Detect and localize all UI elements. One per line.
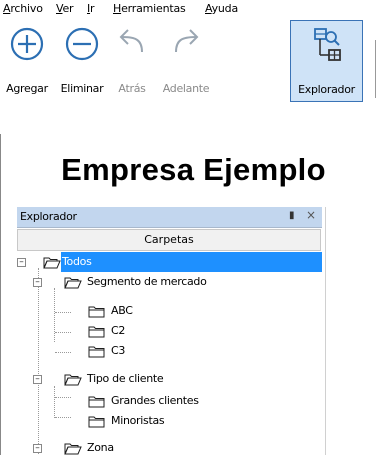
tree-connector <box>38 268 39 454</box>
folder-icon <box>88 396 105 408</box>
open-folder-icon <box>43 257 61 269</box>
tree-item-zona[interactable]: Zona <box>85 438 185 458</box>
collapse-toggle-icon[interactable]: – <box>33 444 42 453</box>
back-arrow-icon <box>119 29 143 53</box>
tree-item-label: ABC <box>111 304 133 317</box>
open-folder-icon <box>64 443 82 455</box>
folder-icon <box>88 326 105 338</box>
folder-icon <box>88 416 105 428</box>
collapse-toggle-icon[interactable]: – <box>33 278 42 287</box>
tree-item-segmento-de-mercado[interactable]: Segmento de mercado <box>85 272 305 292</box>
tree-item-todos[interactable]: Todos <box>61 252 322 272</box>
menu-label: er <box>62 2 74 15</box>
tree-connector <box>55 397 71 398</box>
forward-button[interactable]: Adelante <box>156 20 216 102</box>
open-folder-icon <box>64 374 82 386</box>
back-button-label: Atrás <box>118 82 146 95</box>
tree-connector <box>54 288 55 342</box>
tree-item-label: Tipo de cliente <box>87 372 164 385</box>
tree-connector <box>55 312 71 313</box>
tab-carpetas[interactable]: Carpetas <box>17 229 321 251</box>
tree-item-tipo-de-cliente[interactable]: Tipo de cliente <box>85 369 285 389</box>
plus-circle-icon <box>10 27 44 61</box>
menu-label: yuda <box>211 2 239 15</box>
pin-icon[interactable]: ▮ <box>289 210 295 221</box>
tree-item-label: Segmento de mercado <box>87 275 207 288</box>
folder-tree: Todos – Segmento de mercado – ABC C2 C3 … <box>17 252 323 455</box>
open-folder-icon <box>64 277 82 289</box>
tree-item-abc[interactable]: ABC <box>109 301 229 321</box>
company-title: Empresa Ejemplo <box>61 152 326 187</box>
menu-ver[interactable]: Ver <box>56 2 74 16</box>
forward-arrow-icon <box>175 29 199 53</box>
explorer-button-label: Explorador <box>298 83 355 96</box>
add-button[interactable]: Agregar <box>2 20 52 102</box>
tree-item-label: C3 <box>111 344 126 357</box>
menu-label: rchivo <box>10 2 43 15</box>
remove-button-label: Eliminar <box>60 82 104 95</box>
minus-circle-icon <box>65 27 99 61</box>
back-button[interactable]: Atrás <box>112 20 152 102</box>
folder-icon <box>88 346 105 358</box>
tree-item-label: Todos <box>62 255 92 268</box>
tree-connector <box>54 386 55 418</box>
remove-button[interactable]: Eliminar <box>56 20 108 102</box>
tree-item-label: Minoristas <box>111 414 165 427</box>
forward-button-label: Adelante <box>162 82 210 95</box>
menu-label: erramientas <box>121 2 186 15</box>
tree-item-label: Zona <box>87 441 114 454</box>
menu-label: r <box>90 2 95 15</box>
collapse-toggle-icon[interactable]: – <box>33 375 42 384</box>
toolbar: Agregar Eliminar Atrás Adelante Explorad… <box>0 18 387 120</box>
tree-connector <box>55 417 71 418</box>
menu-archivo[interactable]: Archivo <box>3 2 43 16</box>
explorer-tree-icon <box>313 28 341 61</box>
collapse-toggle-icon[interactable]: – <box>17 258 26 267</box>
tree-connector <box>55 332 71 333</box>
toolbar-divider <box>0 120 387 135</box>
content-area <box>325 207 387 455</box>
menu-bar: Archivo Ver Ir Herramientas Ayuda <box>0 0 387 18</box>
tree-item-label: Grandes clientes <box>111 394 199 407</box>
menu-mnemonic: A <box>205 2 212 15</box>
tree-connector <box>55 352 71 353</box>
tree-item-c3[interactable]: C3 <box>109 341 229 361</box>
toolbar-separator <box>375 40 376 98</box>
explorer-button[interactable]: Explorador <box>290 20 363 102</box>
menu-ayuda[interactable]: Ayuda <box>205 2 238 16</box>
menu-mnemonic: H <box>113 2 122 15</box>
add-button-label: Agregar <box>6 82 48 95</box>
tree-item-label: C2 <box>111 324 126 337</box>
menu-herramientas[interactable]: Herramientas <box>113 2 186 16</box>
folder-icon <box>88 306 105 318</box>
tree-item-minoristas[interactable]: Minoristas <box>109 411 249 431</box>
tree-item-c2[interactable]: C2 <box>109 321 229 341</box>
explorer-panel-title: Explorador <box>20 210 77 223</box>
menu-ir[interactable]: Ir <box>87 2 95 16</box>
tree-item-grandes-clientes[interactable]: Grandes clientes <box>109 391 269 411</box>
explorer-panel-header: Explorador ▮ × <box>17 207 322 228</box>
close-icon[interactable]: × <box>306 208 316 222</box>
